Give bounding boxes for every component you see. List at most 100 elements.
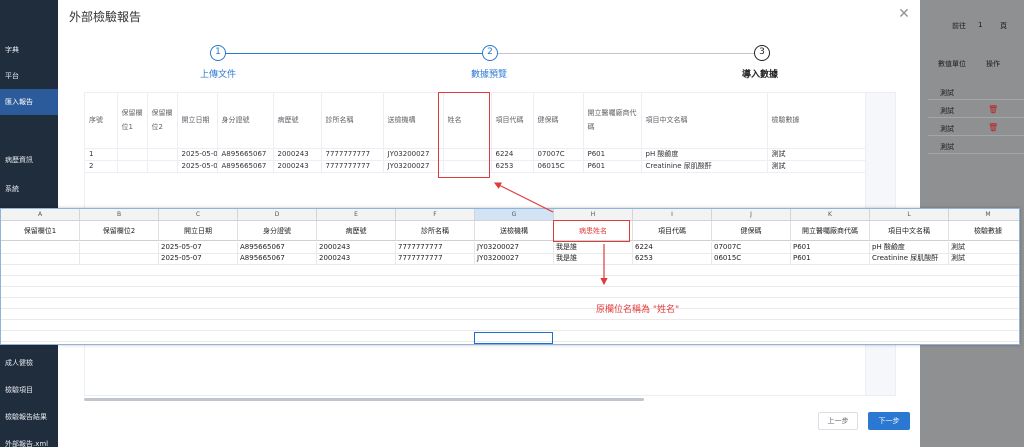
sheet-data-cell[interactable]	[80, 242, 159, 253]
sheet-data-cell[interactable]: 2025-05-07	[159, 253, 238, 264]
dialog-title: 外部檢驗報告	[69, 10, 142, 24]
sheet-data-cell[interactable]: 06015C	[712, 253, 791, 264]
preview-cell: 07007C	[533, 148, 584, 161]
column-letter-l[interactable]: L	[870, 209, 949, 221]
sheet-header-cell[interactable]: 健保碼	[712, 221, 791, 241]
active-cell-cursor	[474, 332, 553, 344]
sheet-grid-line	[1, 286, 1019, 287]
column-letter-c[interactable]: C	[159, 209, 238, 221]
sheet-header-cell[interactable]: 身分證號	[238, 221, 317, 241]
step-1-label: 上傳文件	[200, 70, 237, 80]
sidebar-item-4[interactable]: 系統	[0, 176, 58, 202]
preview-col-header: 送檢機構	[383, 93, 444, 149]
sheet-grid-line	[1, 264, 1019, 265]
sidebar-item-0[interactable]: 字典	[0, 37, 58, 63]
sheet-data-cell[interactable]: 7777777777	[396, 242, 475, 253]
sheet-data-cell[interactable]: P601	[791, 242, 870, 253]
prev-step-button[interactable]: 上一步	[818, 412, 858, 430]
sidebar-item-3[interactable]: 病歷資訊	[0, 147, 58, 173]
sheet-header-cell[interactable]: 開立日期	[159, 221, 238, 241]
preview-cell: P601	[583, 148, 642, 161]
sidebar-item-6[interactable]: 檢驗項目	[0, 377, 58, 403]
sheet-header-cell[interactable]: 開立醫囑廠商代碼	[791, 221, 870, 241]
sheet-grid-line	[1, 308, 1019, 309]
sheet-data-cell[interactable]: 07007C	[712, 242, 791, 253]
sheet-header-cell[interactable]: 病歷號	[317, 221, 396, 241]
sidebar-item-1[interactable]: 平台	[0, 63, 58, 89]
column-letter-i[interactable]: I	[633, 209, 712, 221]
column-letter-a[interactable]: A	[1, 209, 80, 221]
preview-cell: JY03200027	[383, 148, 444, 161]
preview-cell: 6253	[491, 160, 534, 173]
sheet-data-cell[interactable]: 6224	[633, 242, 712, 253]
preview-cell: P601	[583, 160, 642, 173]
sheet-data-cell[interactable]	[1, 253, 80, 264]
preview-cell: Creatinine 尿肌酸酐	[641, 160, 768, 173]
sidebar-item-2[interactable]: 匯入報告	[0, 89, 58, 115]
close-icon[interactable]: ✕	[896, 6, 912, 22]
sheet-grid-line	[1, 297, 1019, 298]
step-3-indicator: 3	[754, 45, 770, 61]
background-unit-cell: 測試	[940, 107, 954, 115]
sheet-data-cell[interactable]: P601	[791, 253, 870, 264]
column-letter-m[interactable]: M	[949, 209, 1019, 221]
pager-page-input[interactable]: 1	[978, 21, 982, 29]
sheet-data-cell[interactable]: 2000243	[317, 242, 396, 253]
preview-cell: 2	[85, 160, 118, 173]
column-letter-g[interactable]: G	[475, 209, 554, 221]
sidebar-item-7[interactable]: 檢驗報告結果	[0, 404, 58, 430]
preview-table-row: 2 2025-05-07A89566506720002437777777777JY…	[85, 160, 895, 173]
name-column-highlight	[438, 92, 490, 178]
next-step-button[interactable]: 下一步	[868, 412, 910, 430]
sheet-data-cell[interactable]: A895665067	[238, 253, 317, 264]
preview-col-header: 序號	[85, 93, 118, 149]
column-letter-k[interactable]: K	[791, 209, 870, 221]
column-letter-j[interactable]: J	[712, 209, 791, 221]
background-unit-cell: 測試	[940, 143, 954, 151]
column-letter-e[interactable]: E	[317, 209, 396, 221]
trash-icon[interactable]: 🗑	[988, 123, 998, 132]
sheet-data-cell[interactable]	[1, 242, 80, 253]
preview-col-header: 診所名稱	[321, 93, 384, 149]
step-2-label: 數據預覽	[471, 70, 508, 80]
sheet-header-cell[interactable]: 送檢機構	[475, 221, 554, 241]
sheet-data-cell[interactable]: pH 酸鹼度	[870, 242, 949, 253]
sheet-header-cell[interactable]: 檢驗數據	[949, 221, 1019, 241]
trash-icon[interactable]: 🗑	[988, 105, 998, 114]
step-connector-2	[498, 53, 754, 54]
background-table-row: 測試 🗑	[928, 122, 1024, 136]
sheet-data-cell[interactable]	[80, 253, 159, 264]
preview-cell: 2025-05-07	[177, 160, 218, 173]
sheet-data-cell[interactable]: 我是誰	[554, 242, 633, 253]
column-letter-b[interactable]: B	[80, 209, 159, 221]
sheet-data-cell[interactable]: JY03200027	[475, 242, 554, 253]
preview-cell	[147, 148, 178, 161]
preview-cell	[117, 148, 148, 161]
sheet-data-cell[interactable]: Creatinine 尿肌酸酐	[870, 253, 949, 264]
sheet-header-cell[interactable]: 項目代碼	[633, 221, 712, 241]
preview-cell: JY03200027	[383, 160, 444, 173]
sheet-header-cell[interactable]: 診所名稱	[396, 221, 475, 241]
sheet-data-cell[interactable]: 測試	[949, 253, 1019, 264]
sheet-grid-line	[1, 330, 1019, 331]
sheet-data-cell[interactable]: 2025-05-07	[159, 242, 238, 253]
sheet-header-cell[interactable]: 項目中文名稱	[870, 221, 949, 241]
sheet-data-cell[interactable]: 6253	[633, 253, 712, 264]
sheet-data-cell[interactable]: 測試	[949, 242, 1019, 253]
column-letter-d[interactable]: D	[238, 209, 317, 221]
column-letter-f[interactable]: F	[396, 209, 475, 221]
preview-col-header: 開立醫囑廠商代碼	[583, 93, 642, 149]
sheet-data-cell[interactable]: 我是誰	[554, 253, 633, 264]
preview-col-header: 保留欄位1	[117, 93, 148, 149]
horizontal-scrollbar[interactable]	[84, 398, 644, 401]
sidebar-item-8[interactable]: 外部報告.xml	[0, 431, 58, 447]
sheet-data-cell[interactable]: JY03200027	[475, 253, 554, 264]
sheet-header-cell[interactable]: 保留欄位1	[1, 221, 80, 241]
step-3-label: 導入數據	[742, 70, 779, 80]
sheet-data-cell[interactable]: 2000243	[317, 253, 396, 264]
sheet-data-cell[interactable]: 7777777777	[396, 253, 475, 264]
sidebar-item-5[interactable]: 成人健檢	[0, 350, 58, 376]
background-unit-cell: 測試	[940, 89, 954, 97]
sheet-header-cell[interactable]: 保留欄位2	[80, 221, 159, 241]
sheet-data-cell[interactable]: A895665067	[238, 242, 317, 253]
